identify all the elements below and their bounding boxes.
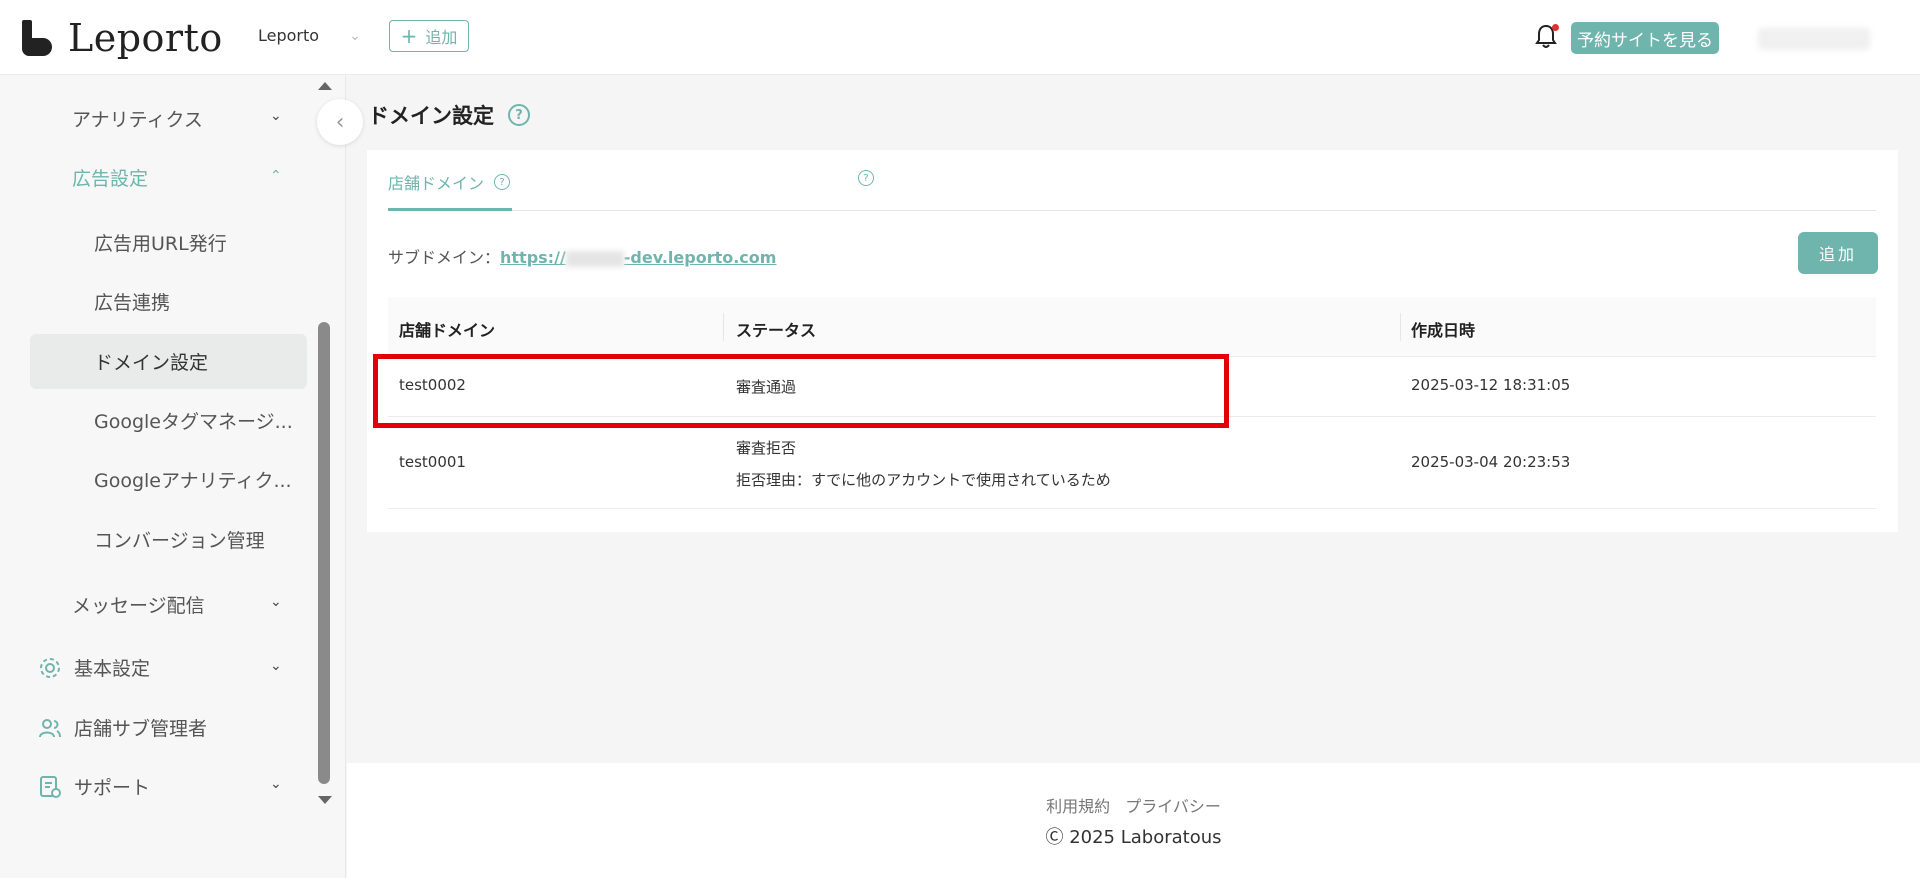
sidebar-item-label: 広告用URL発行 — [94, 233, 227, 255]
header-add-label: 追加 — [425, 28, 458, 47]
notification-dot — [1552, 24, 1559, 31]
column-divider — [723, 313, 724, 341]
copyright-text: 2025 Laboratous — [1069, 827, 1222, 848]
sidebar-item-basic-settings[interactable]: 基本設定 — [38, 654, 150, 681]
sidebar-collapse-button[interactable]: ‹ — [317, 99, 363, 145]
store-select-value: Leporto — [258, 26, 320, 45]
sidebar-item-gtm[interactable]: Googleタグマネージ... — [94, 407, 293, 434]
copyright-icon: Ⓒ — [1045, 827, 1064, 848]
column-header-status: ステータス — [736, 321, 817, 340]
scrollbar-thumb[interactable] — [318, 322, 330, 784]
notification-bell-icon[interactable] — [1535, 24, 1559, 52]
sidebar-item-label: コンバージョン管理 — [94, 530, 265, 552]
logo-mark-icon — [20, 20, 54, 56]
cell-created: 2025-03-12 18:31:05 — [1411, 376, 1571, 394]
sidebar-item-ad-url[interactable]: 広告用URL発行 — [94, 229, 227, 256]
table-header: 店舗ドメイン ステータス 作成日時 — [388, 297, 1876, 357]
chevron-down-icon: ⌄ — [349, 27, 361, 44]
sidebar-item-label: メッセージ配信 — [72, 595, 205, 617]
chevron-up-icon: ⌃ — [270, 168, 282, 184]
footer: 利用規約 プライバシー Ⓒ 2025 Laboratous — [347, 763, 1920, 878]
chevron-left-icon: ‹ — [335, 109, 345, 135]
sidebar-item-domain-settings[interactable]: ドメイン設定 — [94, 348, 208, 375]
sidebar-item-sub-admin[interactable]: 店舗サブ管理者 — [38, 714, 207, 741]
help-icon[interactable]: ? — [494, 174, 511, 190]
sidebar-item-label: ドメイン設定 — [94, 352, 209, 374]
table-row[interactable]: test0001 審査拒否 拒否理由：すでに他のアカウントで使用されているため … — [388, 417, 1876, 509]
cell-status: 審査拒否 — [736, 439, 797, 457]
subdomain-link[interactable]: https://-dev.leporto.com — [500, 248, 776, 267]
sidebar-item-label: Googleアナリティク... — [94, 470, 292, 492]
cell-created: 2025-03-04 20:23:53 — [1411, 453, 1571, 471]
cell-domain: test0001 — [399, 453, 466, 471]
sidebar-item-support[interactable]: サポート — [38, 773, 150, 800]
sidebar-item-label: Googleタグマネージ... — [94, 411, 293, 433]
gear-icon — [38, 656, 62, 680]
sidebar: アナリティクス ⌄ 広告設定 ⌃ 広告用URL発行 広告連携 ドメイン設定 Go… — [0, 76, 346, 878]
top-header: Leporto Leporto ⌄ + 追加 予約サイトを見る — [0, 0, 1920, 75]
sidebar-item-label: サポート — [74, 777, 151, 799]
chevron-down-icon: ⌄ — [270, 594, 282, 610]
footer-links: 利用規約 プライバシー — [347, 793, 1920, 817]
chevron-down-icon: ⌄ — [270, 658, 282, 674]
help-icon[interactable]: ? — [508, 104, 530, 126]
subdomain-row: サブドメイン：https://-dev.leporto.com — [388, 244, 776, 268]
plus-icon: + — [400, 24, 418, 48]
annotation-highlight-box — [373, 354, 1229, 428]
store-select[interactable]: Leporto ⌄ — [258, 26, 361, 45]
column-header-created: 作成日時 — [1411, 321, 1476, 340]
page-title: ドメイン設定 — [368, 104, 494, 128]
help-icon[interactable]: ? — [858, 170, 874, 186]
subdomain-label: サブドメイン： — [388, 248, 501, 267]
sidebar-item-label: 広告設定 — [72, 168, 149, 190]
sidebar-item-analytics[interactable]: アナリティクス — [72, 105, 203, 132]
terms-link[interactable]: 利用規約 — [1046, 797, 1110, 816]
users-icon — [38, 716, 62, 740]
redacted-text — [565, 250, 624, 267]
tab-label: 店舗ドメイン — [388, 174, 485, 193]
add-domain-button[interactable]: 追加 — [1798, 232, 1878, 274]
logo[interactable]: Leporto — [20, 16, 223, 60]
support-icon — [38, 775, 62, 799]
logo-text: Leporto — [68, 16, 223, 60]
sidebar-item-label: アナリティクス — [72, 109, 203, 131]
tab-second[interactable]: ? — [848, 170, 874, 186]
scroll-up-arrow-icon[interactable] — [318, 82, 332, 90]
column-header-domain: 店舗ドメイン — [399, 321, 496, 340]
page-title-row: ドメイン設定 ? — [368, 100, 530, 130]
tab-bar: 店舗ドメイン ? ? — [388, 164, 1876, 211]
sidebar-item-ad-integration[interactable]: 広告連携 — [94, 288, 170, 315]
privacy-link[interactable]: プライバシー — [1125, 797, 1221, 816]
sidebar-scrollbar[interactable] — [315, 76, 332, 816]
active-tab-indicator — [388, 208, 512, 211]
scroll-down-arrow-icon[interactable] — [318, 796, 332, 804]
sidebar-item-label: 店舗サブ管理者 — [74, 718, 208, 740]
column-divider — [1400, 313, 1401, 341]
view-site-button[interactable]: 予約サイトを見る — [1571, 22, 1719, 54]
chevron-down-icon: ⌄ — [270, 776, 282, 792]
header-add-button[interactable]: + 追加 — [389, 20, 469, 52]
sidebar-item-google-analytics[interactable]: Googleアナリティク... — [94, 466, 292, 493]
copyright: Ⓒ 2025 Laboratous — [347, 823, 1920, 849]
tab-store-domain[interactable]: 店舗ドメイン ? — [388, 170, 511, 194]
sidebar-item-ad-settings[interactable]: 広告設定 — [72, 164, 148, 191]
cell-reject-reason: 拒否理由：すでに他のアカウントで使用されているため — [736, 471, 1111, 489]
chevron-down-icon: ⌄ — [270, 108, 282, 124]
sidebar-item-conversion[interactable]: コンバージョン管理 — [94, 526, 265, 553]
sidebar-item-label: 広告連携 — [94, 292, 171, 314]
user-menu[interactable] — [1758, 28, 1870, 50]
sidebar-item-messages[interactable]: メッセージ配信 — [72, 591, 205, 618]
sidebar-item-label: 基本設定 — [74, 658, 151, 680]
